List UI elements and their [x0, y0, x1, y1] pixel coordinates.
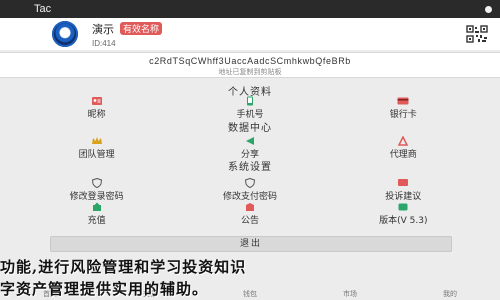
menu-item-version[interactable]: 版本(V 5.3) [348, 202, 458, 226]
logout-button[interactable]: 退出 [50, 236, 452, 252]
data-row: 团队管理 分享 代理商 [0, 136, 500, 160]
feedback-icon [397, 178, 409, 188]
menu-item-bank-card[interactable]: 银行卡 [348, 96, 458, 120]
profile-name: 演示 [92, 22, 114, 36]
crown-icon [91, 136, 103, 146]
menu-item-change-login-password[interactable]: 修改登录密码 [42, 178, 152, 202]
menu-item-team[interactable]: 团队管理 [42, 136, 152, 160]
system-row-1: 修改登录密码 修改支付密码 投诉建议 [0, 178, 500, 202]
menu-item-change-pay-password[interactable]: 修改支付密码 [195, 178, 305, 202]
profile-header[interactable]: 演示 有效名称 ID:414 [0, 18, 500, 50]
menu-item-recharge[interactable]: 充值 [42, 202, 152, 226]
menu-item-phone[interactable]: 手机号 [195, 96, 305, 120]
wallet-address-bar[interactable]: c2RdTSqCWhff3UaccAadcSCmhkwbQfeBRb 地址已复制… [0, 52, 500, 78]
shield-icon [91, 178, 103, 188]
personal-row: 昵称 手机号 银行卡 [0, 96, 500, 120]
avatar [52, 21, 78, 47]
overlay-caption-line2: 字资产管理提供实用的辅助。 [0, 280, 209, 298]
section-title-data: 数据中心 [228, 123, 272, 134]
wallet-address-note: 地址已复制到剪贴板 [218, 68, 282, 76]
recharge-icon [91, 202, 103, 212]
section-title-system: 系统设置 [228, 162, 272, 173]
menu-item-label: 修改支付密码 [222, 192, 277, 202]
announcement-icon [244, 202, 256, 212]
status-carrier: Tac [34, 3, 52, 15]
agent-icon [397, 136, 409, 146]
phone-screen: Tac 演示 有效名称 ID:414 c2RdTSqCWhff3UaccAadc… [0, 0, 500, 300]
wallet-icon [244, 178, 256, 188]
status-bar: Tac [0, 0, 500, 18]
menu-item-agent[interactable]: 代理商 [348, 136, 458, 160]
menu-item-label: 充值 [87, 216, 106, 226]
profile-info: 演示 有效名称 ID:414 [92, 21, 464, 48]
bank-card-icon [397, 96, 409, 106]
version-icon [397, 202, 409, 212]
menu-item-label: 版本(V 5.3) [379, 216, 428, 226]
menu-item-label: 修改登录密码 [69, 192, 124, 202]
system-row-2: 充值 公告 版本(V 5.3) [0, 202, 500, 226]
id-card-icon [91, 96, 103, 106]
menu-item-nickname[interactable]: 昵称 [42, 96, 152, 120]
status-indicators [485, 5, 492, 13]
qr-code-icon[interactable] [464, 24, 490, 44]
menu-item-label: 公告 [240, 216, 259, 226]
menu-item-label: 投诉建议 [385, 192, 422, 202]
menu-item-share[interactable]: 分享 [195, 136, 305, 160]
profile-badge: 有效名称 [120, 22, 163, 35]
menu-item-announcement[interactable]: 公告 [195, 202, 305, 226]
wallet-address[interactable]: c2RdTSqCWhff3UaccAadcSCmhkwbQfeBRb [0, 53, 500, 66]
profile-id: ID:414 [92, 38, 116, 48]
overlay-caption-line1: 功能,进行风险管理和学习投资知识 [0, 258, 247, 276]
profile-name-row: 演示 有效名称 [92, 21, 464, 37]
phone-icon [244, 96, 256, 106]
share-icon [244, 136, 256, 146]
battery-icon [485, 5, 492, 13]
menu-item-feedback[interactable]: 投诉建议 [348, 178, 458, 202]
